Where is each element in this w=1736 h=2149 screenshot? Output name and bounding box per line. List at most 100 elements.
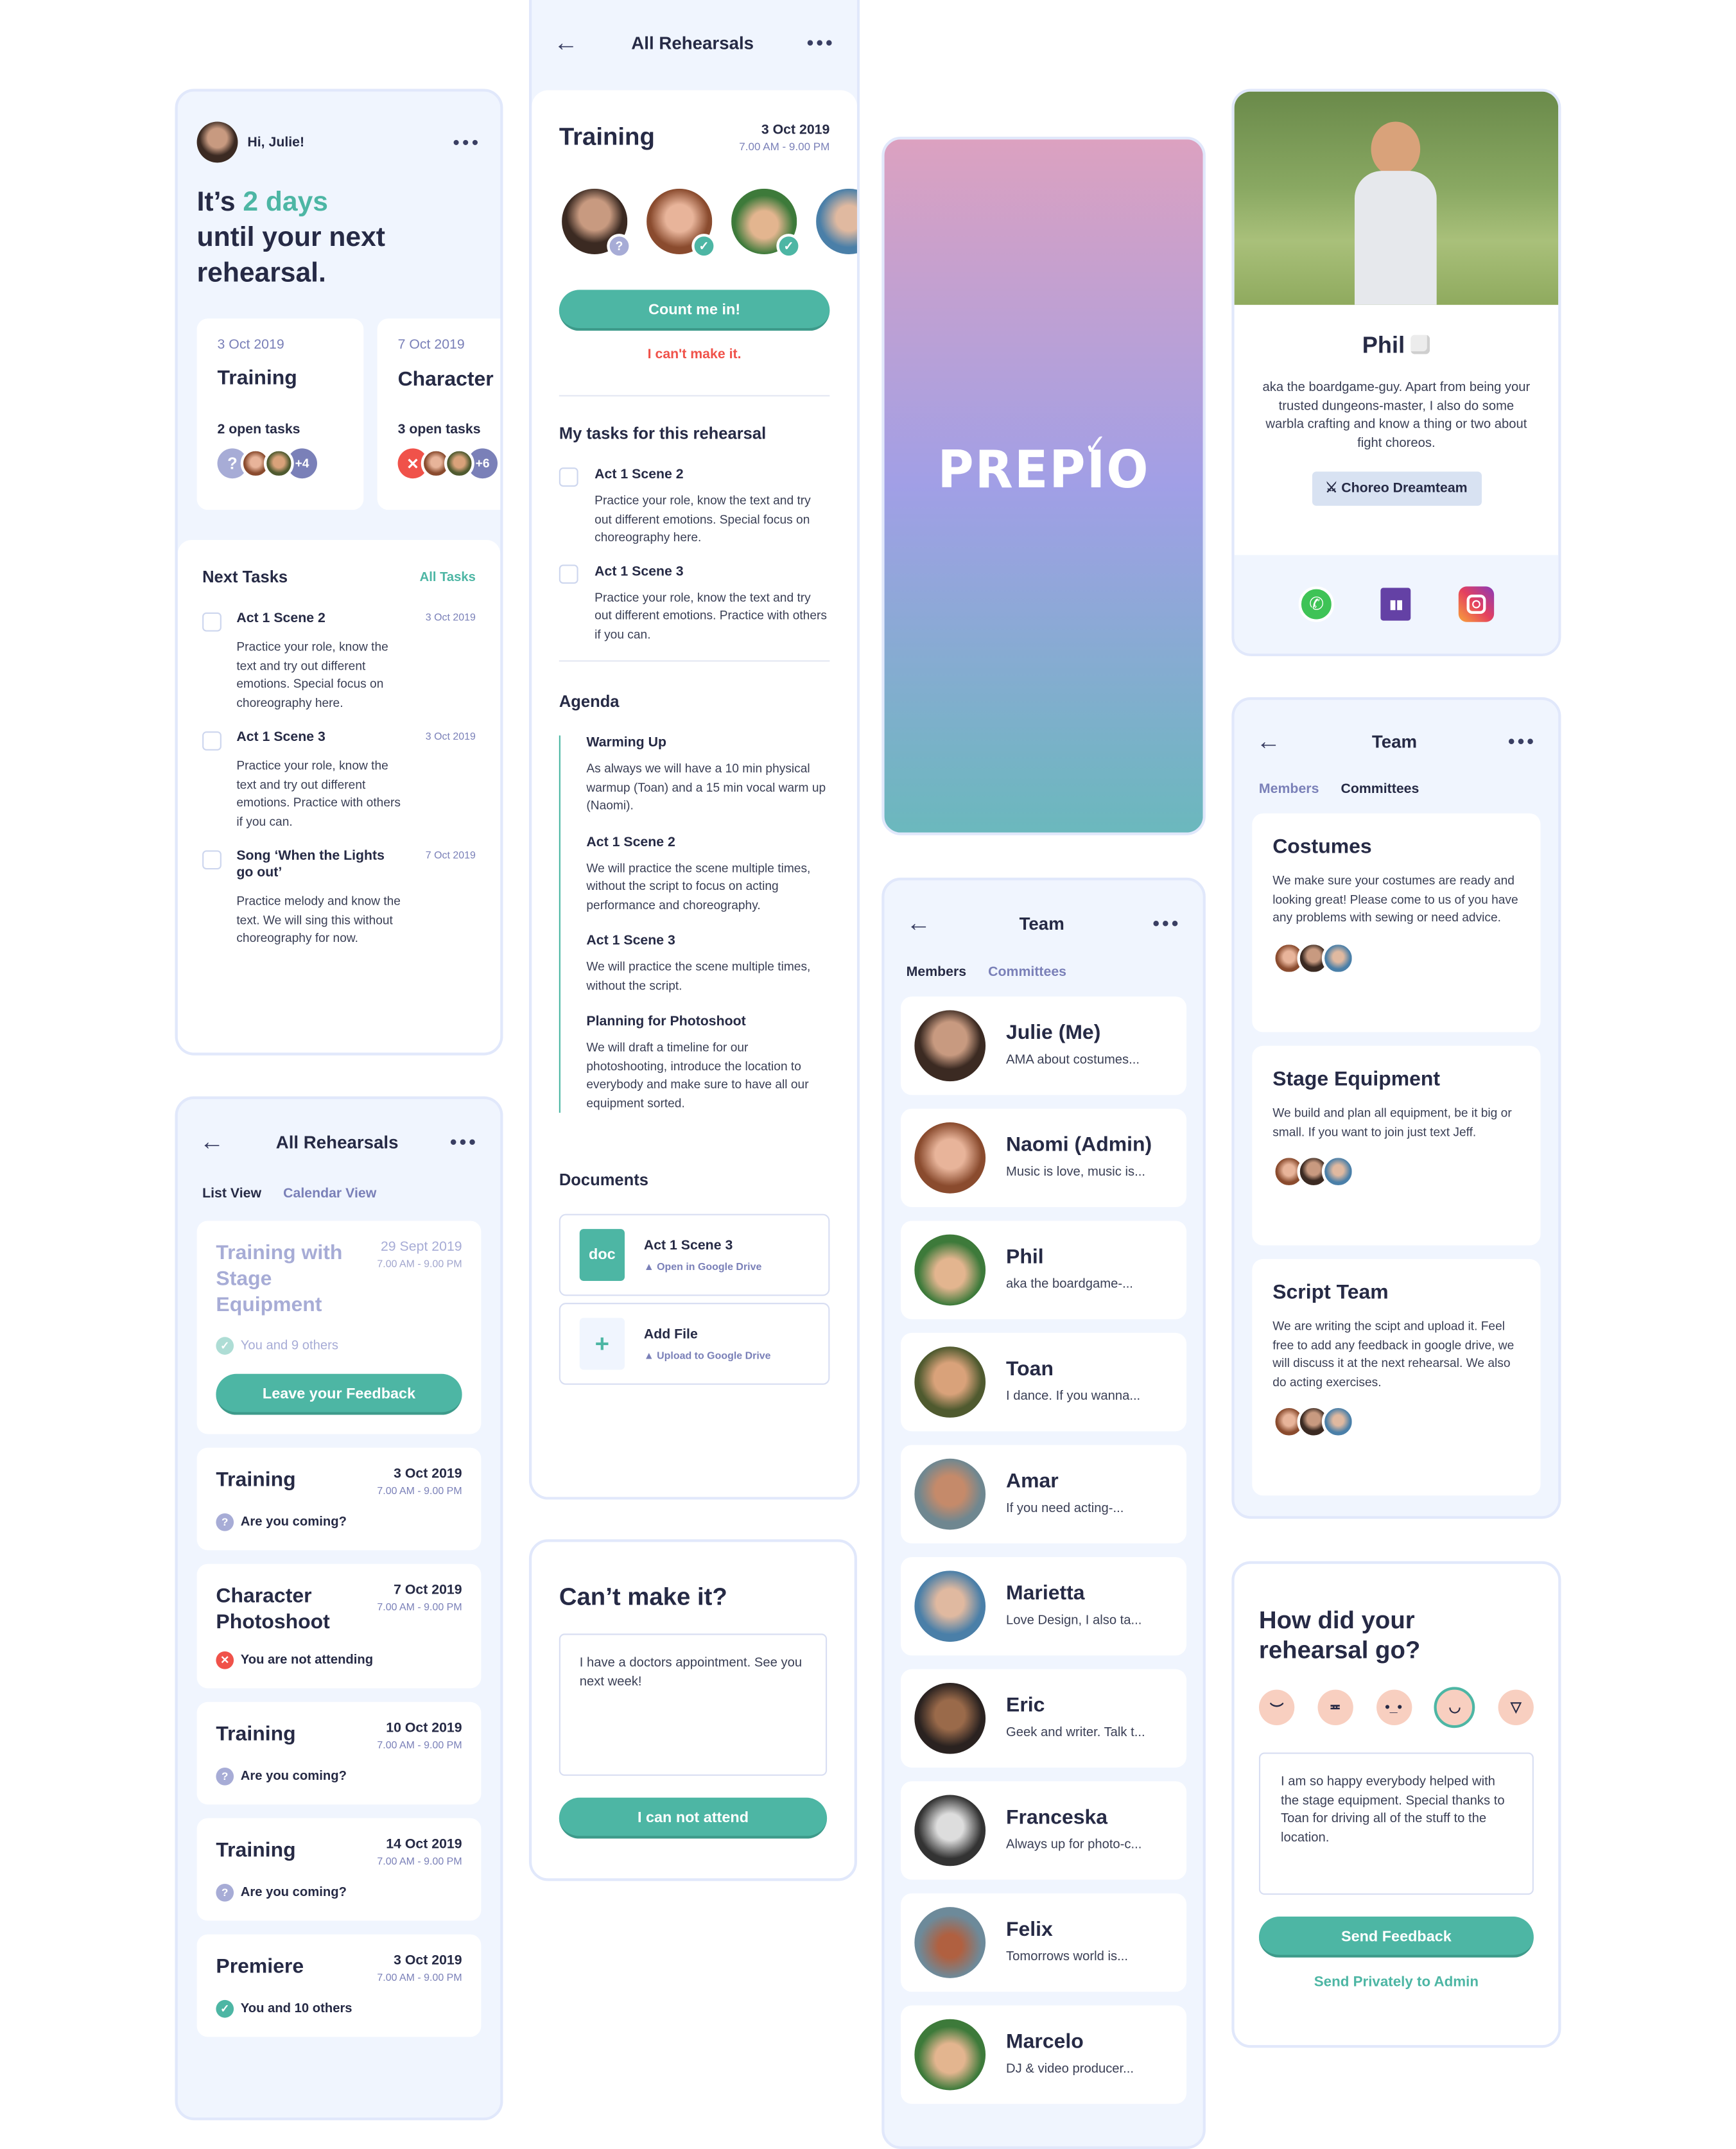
member-name: Franceska [1006,1806,1108,1830]
card-tasks: 3 open tasks [397,422,481,438]
twitch-icon[interactable]: ▮▮ [1381,587,1412,621]
leave-feedback-button[interactable]: Leave your Feedback [216,1373,462,1415]
home-screen: Hi, Julie! ••• It’s 2 days until your nex… [175,89,503,1056]
committee-desc: We are writing the scipt and upload it. … [1272,1319,1515,1389]
avatar [914,1795,986,1866]
feedback-title: How did your rehearsal go? [1258,1606,1421,1664]
more-icon[interactable]: ••• [1152,912,1181,934]
task-date: 3 Oct 2019 [425,611,476,623]
rehearsal-carousel[interactable]: 3 Oct 2019 Training 2 open tasks ? +4 7 … [196,318,501,510]
not-attend-button[interactable]: I can not attend [559,1797,828,1839]
mood-angry-icon[interactable]: ≖ [1317,1689,1353,1725]
member-item[interactable]: Julie (Me) AMA about costumes... [901,996,1187,1095]
member-item[interactable]: Franceska Always up for photo-c... [901,1781,1187,1880]
mood-sad-icon[interactable]: ︶ [1258,1689,1295,1725]
rehearsal-item[interactable]: Training 14 Oct 2019 7.00 AM - 9.00 PM ? A… [196,1818,482,1921]
send-feedback-button[interactable]: Send Feedback [1258,1917,1534,1958]
member-desc: Geek and writer. Talk t... [1006,1725,1145,1741]
send-privately-link[interactable]: Send Privately to Admin [1259,1974,1534,1990]
rehearsal-date: 7 Oct 2019 [394,1583,462,1598]
tab-committees[interactable]: Committees [988,965,1066,980]
check-icon: ✓ [216,1337,234,1355]
avatar [914,1907,986,1978]
reason-textarea[interactable]: I have a doctors appointment. See you ne… [559,1633,828,1776]
rehearsal-title: Premiere [216,1954,304,1978]
screen-title: Team [1019,912,1064,934]
rehearsal-item[interactable]: Character Photoshoot 7 Oct 2019 7.00 AM -… [196,1563,482,1689]
task-desc: Practice your role, know the text and tr… [595,589,827,641]
add-file-button[interactable]: + Add File ▲ Upload to Google Drive [559,1303,830,1385]
rehearsal-item[interactable]: Training with Stage Equipment 29 Sept 20… [196,1221,482,1434]
member-item[interactable]: Eric Geek and writer. Talk t... [901,1669,1187,1768]
member-item[interactable]: Amar If you need acting-... [901,1445,1187,1544]
rehearsal-card[interactable]: 7 Oct 2019 Character Photoshoot 3 open t… [377,318,501,510]
committee-item[interactable]: Stage Equipment We build and plan all eq… [1252,1045,1541,1246]
task-date: 3 Oct 2019 [425,729,476,743]
tab-members[interactable]: Members [1259,782,1319,797]
card-date: 3 Oct 2019 [217,337,284,353]
plus-icon: + [579,1318,625,1370]
user-avatar[interactable] [196,121,238,163]
rehearsal-detail-screen: ← All Rehearsals ••• Training 3 Oct 2019 7.… [528,0,860,1500]
section-title: Agenda [559,692,620,711]
rehearsal-title: Training with Stage Equipment [216,1241,343,1317]
google-drive-icon: ▲ [643,1348,654,1361]
all-tasks-link[interactable]: All Tasks [420,570,476,584]
screen-title: Team [1371,731,1418,751]
member-item[interactable]: Phil aka the boardgame-... [901,1221,1187,1319]
rehearsal-card[interactable]: 3 Oct 2019 Training 2 open tasks ? +4 [196,318,364,510]
avatar [914,1234,986,1306]
profile-photo [1234,91,1559,305]
back-arrow-icon[interactable]: ← [200,1127,224,1156]
member-item[interactable]: Marietta Love Design, I also ta... [901,1557,1187,1656]
back-arrow-icon[interactable]: ← [553,28,578,57]
task-checkbox[interactable] [202,612,221,632]
rehearsal-item[interactable]: Premiere 3 Oct 2019 7.00 AM - 9.00 PM ✓ Yo… [196,1934,482,2037]
count-me-in-button[interactable]: Count me in! [559,290,830,331]
mood-excited-icon[interactable]: ▽ [1498,1689,1534,1725]
cross-icon: ✕ [216,1651,234,1669]
avatar [1321,1405,1355,1438]
committee-badge[interactable]: ⚔ Choreo Dreamteam [1311,471,1481,506]
document-item[interactable]: doc Act 1 Scene 3 ▲ Open in Google Drive [559,1214,830,1296]
tab-committees[interactable]: Committees [1341,782,1419,797]
committee-item[interactable]: Costumes We make sure your costumes are … [1252,813,1541,1032]
tab-members[interactable]: Members [907,965,966,980]
more-icon[interactable]: ••• [450,1131,478,1153]
member-item[interactable]: Felix Tomorrows world is... [901,1893,1187,1992]
committee-item[interactable]: Script Team We are writing the scipt and… [1252,1258,1541,1496]
tab-calendar-view[interactable]: Calendar View [283,1187,376,1201]
cant-make-it-link[interactable]: I can't make it. [559,347,830,362]
more-icon[interactable]: ••• [807,31,835,53]
greeting: Hi, Julie! [247,134,305,150]
member-item[interactable]: Naomi (Admin) Music is love, music is... [901,1108,1187,1208]
whatsapp-icon[interactable]: ✆ [1299,586,1335,622]
tab-list-view[interactable]: List View [202,1187,261,1201]
task-checkbox[interactable] [202,731,221,751]
more-icon[interactable]: ••• [453,131,481,153]
feedback-textarea[interactable]: I am so happy everybody helped with the … [1258,1752,1534,1895]
divider [559,395,830,397]
mood-happy-icon[interactable]: ◡ [1434,1687,1475,1728]
task-title: Act 1 Scene 3 [236,729,326,745]
member-item[interactable]: Toan I dance. If you wanna... [901,1332,1187,1432]
back-arrow-icon[interactable]: ← [907,909,931,937]
task-checkbox[interactable] [202,850,221,870]
mood-neutral-icon[interactable]: •_• [1375,1689,1412,1725]
feedback-screen: How did your rehearsal go? ︶ ≖ •_• ◡ ▽ I am … [1231,1561,1561,2048]
avatar[interactable] [813,186,857,257]
avatar[interactable]: ✓ [643,186,716,259]
avatar[interactable]: ? [559,186,632,259]
rehearsal-item[interactable]: Training 3 Oct 2019 7.00 AM - 9.00 PM ? Ar… [196,1447,482,1551]
avatar[interactable]: ✓ [728,186,801,259]
task-checkbox[interactable] [559,467,578,487]
task-checkbox[interactable] [559,564,578,584]
rehearsal-time: 7.00 AM - 9.00 PM [377,1601,462,1614]
member-item[interactable]: Marcelo DJ & video producer... [901,2005,1187,2104]
task-desc: Practice your role, know the text and tr… [595,493,811,544]
instagram-icon[interactable] [1458,586,1494,622]
back-arrow-icon[interactable]: ← [1256,727,1281,756]
more-icon[interactable]: ••• [1508,730,1536,752]
avatar [914,2019,986,2091]
rehearsal-item[interactable]: Training 10 Oct 2019 7.00 AM - 9.00 PM ? A… [196,1701,482,1805]
